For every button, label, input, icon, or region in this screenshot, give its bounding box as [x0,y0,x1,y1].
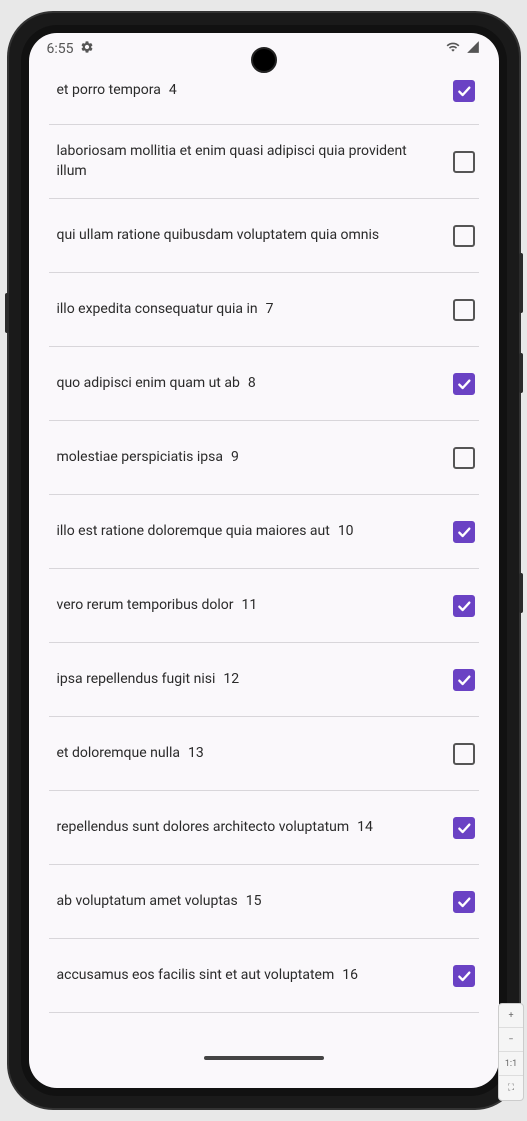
checkbox[interactable] [453,225,475,247]
item-text: et porro tempora 4 [57,81,445,101]
checkbox[interactable] [453,891,475,913]
list-item[interactable]: et doloremque nulla 13 [49,717,479,791]
checkbox[interactable] [453,817,475,839]
item-number: 14 [357,818,373,838]
item-label: laboriosam mollitia et enim quasi adipis… [57,142,437,181]
zoom-in-button[interactable]: + [499,1004,523,1028]
item-label: ab voluptatum amet voluptas [57,892,238,912]
item-label: et porro tempora [57,81,161,101]
item-text: qui ullam ratione quibusdam voluptatem q… [57,226,445,246]
item-label: illo expedita consequatur quia in [57,300,258,320]
check-icon [456,376,472,392]
item-number: 16 [342,966,358,986]
item-number: 9 [231,448,239,468]
list-item[interactable]: repellendus sunt dolores architecto volu… [49,791,479,865]
check-icon [456,83,472,99]
item-text: molestiae perspiciatis ipsa 9 [57,448,445,468]
item-text: et doloremque nulla 13 [57,744,445,764]
item-label: accusamus eos facilis sint et aut volupt… [57,966,335,986]
checkbox[interactable] [453,521,475,543]
checkbox[interactable] [453,151,475,173]
list-item[interactable]: illo est ratione doloremque quia maiores… [49,495,479,569]
item-number: 11 [242,596,258,616]
check-icon [456,672,472,688]
list-item[interactable]: vero rerum temporibus dolor 11 [49,569,479,643]
item-text: illo est ratione doloremque quia maiores… [57,522,445,542]
signal-icon [465,40,481,58]
checkbox[interactable] [453,447,475,469]
item-text: accusamus eos facilis sint et aut volupt… [57,966,445,986]
status-time: 6:55 [47,41,74,57]
item-number: 15 [246,892,262,912]
zoom-out-button[interactable]: − [499,1028,523,1052]
gear-icon [80,40,94,58]
check-icon [456,524,472,540]
item-label: quo adipisci enim quam ut ab [57,374,240,394]
list-item[interactable]: illo expedita consequatur quia in 7 [49,273,479,347]
check-icon [456,820,472,836]
nav-bar-handle[interactable] [204,1056,324,1060]
checklist[interactable]: et porro tempora 4 laboriosam mollitia e… [37,65,491,1013]
list-item[interactable]: ipsa repellendus fugit nisi 12 [49,643,479,717]
item-number: 4 [169,81,177,101]
expand-button[interactable]: ⛶ [499,1076,523,1100]
item-label: illo est ratione doloremque quia maiores… [57,522,330,542]
list-item[interactable]: quo adipisci enim quam ut ab 8 [49,347,479,421]
item-text: illo expedita consequatur quia in 7 [57,300,445,320]
item-text: laboriosam mollitia et enim quasi adipis… [57,142,445,181]
check-icon [456,598,472,614]
camera-notch [251,47,277,73]
item-text: ipsa repellendus fugit nisi 12 [57,670,445,690]
list-item[interactable]: ab voluptatum amet voluptas 15 [49,865,479,939]
phone-screen: 6:55 [29,33,499,1088]
content-area: et porro tempora 4 laboriosam mollitia e… [29,65,499,1072]
item-number: 8 [248,374,256,394]
item-number: 10 [338,522,354,542]
wifi-icon [445,40,461,58]
item-number: 7 [266,300,274,320]
checkbox[interactable] [453,595,475,617]
item-label: molestiae perspiciatis ipsa [57,448,223,468]
zoom-ratio-button[interactable]: 1:1 [499,1052,523,1076]
item-label: ipsa repellendus fugit nisi [57,670,216,690]
item-text: ab voluptatum amet voluptas 15 [57,892,445,912]
checkbox[interactable] [453,669,475,691]
checkbox[interactable] [453,299,475,321]
item-label: qui ullam ratione quibusdam voluptatem q… [57,226,380,246]
check-icon [456,968,472,984]
item-label: vero rerum temporibus dolor [57,596,234,616]
list-item[interactable]: molestiae perspiciatis ipsa 9 [49,421,479,495]
item-text: quo adipisci enim quam ut ab 8 [57,374,445,394]
item-number: 12 [223,670,239,690]
item-text: repellendus sunt dolores architecto volu… [57,818,445,838]
checkbox[interactable] [453,965,475,987]
item-text: vero rerum temporibus dolor 11 [57,596,445,616]
list-item[interactable]: accusamus eos facilis sint et aut volupt… [49,939,479,1013]
checkbox[interactable] [453,743,475,765]
checkbox[interactable] [453,373,475,395]
list-item[interactable]: qui ullam ratione quibusdam voluptatem q… [49,199,479,273]
checkbox[interactable] [453,80,475,102]
item-label: et doloremque nulla [57,744,181,764]
check-icon [456,894,472,910]
list-item[interactable]: laboriosam mollitia et enim quasi adipis… [49,125,479,199]
list-item[interactable]: et porro tempora 4 [49,65,479,125]
item-label: repellendus sunt dolores architecto volu… [57,818,350,838]
item-number: 13 [188,744,204,764]
emulator-controls: + − 1:1 ⛶ [498,1003,524,1101]
